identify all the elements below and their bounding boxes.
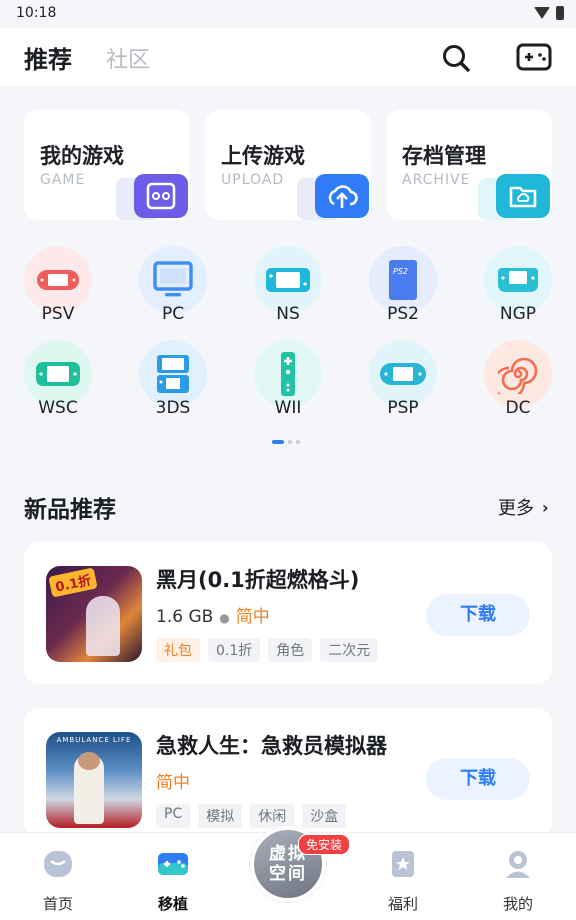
battery-icon	[556, 6, 564, 20]
game-size: 1.6 GB	[156, 607, 214, 627]
platform-label: WII	[274, 398, 302, 418]
tab-label: 我的	[502, 895, 533, 913]
download-button[interactable]: 下载	[426, 594, 530, 636]
platform-label: PSV	[41, 304, 75, 324]
tag-item[interactable]: 礼包	[156, 638, 200, 662]
platform-label: WSC	[38, 398, 78, 418]
game-meta: 1.6 GB ● 简中	[156, 602, 270, 627]
search-icon[interactable]	[440, 42, 472, 74]
archive-manage-card[interactable]: 存档管理 ARCHIVE	[386, 110, 552, 220]
more-link[interactable]: 更多	[498, 494, 534, 520]
gamepad-icon	[134, 174, 188, 218]
tab-port[interactable]: 移植	[133, 847, 213, 914]
tab-welfare[interactable]: 福利	[363, 847, 443, 914]
card-title: 存档管理	[402, 144, 486, 168]
tab-label: 福利	[387, 895, 418, 913]
platform-label: 3DS	[155, 398, 191, 418]
platform-ns[interactable]: NS	[248, 246, 328, 332]
chevron-right-icon[interactable]: ›	[542, 498, 549, 517]
platform-label: PS2	[387, 304, 419, 324]
tab-recommend[interactable]: 推荐	[24, 40, 72, 75]
tab-label: 移植	[157, 895, 188, 913]
card-title: 我的游戏	[40, 144, 124, 168]
tag-item[interactable]: 模拟	[198, 804, 243, 828]
page-dot-active	[272, 440, 284, 444]
paramedic-head	[78, 752, 100, 770]
page-indicator	[272, 440, 300, 444]
tag-list: PC 模拟 休闲 沙盒	[156, 804, 347, 828]
download-button[interactable]: 下载	[426, 758, 530, 800]
tab-home[interactable]: 首页	[18, 847, 98, 914]
page-dot	[288, 440, 292, 444]
upload-game-card[interactable]: 上传游戏 UPLOAD	[205, 110, 371, 220]
character-figure	[86, 596, 120, 656]
card-subtitle: GAME	[40, 172, 86, 188]
game-meta: 简中	[156, 768, 190, 793]
tag-list: 礼包 0.1折 角色 二次元	[156, 638, 379, 662]
folder-icon	[496, 174, 550, 218]
discount-badge: 0.1折	[48, 567, 98, 598]
platform-label: NS	[276, 304, 300, 324]
platform-label: DC	[505, 398, 531, 418]
tag-item[interactable]: 二次元	[320, 638, 379, 662]
status-time: 10:18	[16, 5, 57, 21]
game-language: 简中	[156, 773, 190, 793]
game-language: 简中	[235, 607, 270, 627]
meta-separator: ●	[219, 611, 230, 625]
tab-community[interactable]: 社区	[106, 42, 150, 74]
platform-wsc[interactable]: WSC	[18, 340, 98, 426]
platform-label: PSP	[387, 398, 419, 418]
game-card[interactable]: 0.1折 黑月(0.1折超燃格斗) 1.6 GB ● 简中 礼包 0.1折 角色 二…	[24, 542, 552, 684]
top-header: 推荐 社区	[0, 28, 576, 86]
port-gamepad-icon	[158, 853, 188, 875]
game-title: 急救人生：急救员模拟器	[156, 734, 387, 758]
thumb-title: AMBULANCE LIFE	[56, 736, 132, 744]
status-bar: 10:18	[0, 0, 576, 28]
card-subtitle: UPLOAD	[221, 172, 285, 188]
tag-item[interactable]: 休闲	[250, 804, 295, 828]
platform-3ds[interactable]: 3DS	[133, 340, 213, 426]
tag-item[interactable]: 沙盒	[302, 804, 347, 828]
cloud-upload-icon	[315, 174, 369, 218]
no-install-badge: 免安装	[298, 834, 351, 855]
platform-wii[interactable]: WII	[248, 340, 328, 426]
page-dot	[296, 440, 300, 444]
tag-item[interactable]: 角色	[268, 638, 313, 662]
profile-icon	[506, 851, 530, 878]
my-games-card[interactable]: 我的游戏 GAME	[24, 110, 190, 220]
system-icons	[534, 6, 564, 20]
platform-label: PC	[161, 304, 185, 324]
game-thumbnail: AMBULANCE LIFE	[46, 732, 142, 828]
gamepad-icon[interactable]	[516, 42, 552, 72]
platform-pc[interactable]: PC	[133, 246, 213, 332]
card-subtitle: ARCHIVE	[402, 172, 471, 188]
platform-psv[interactable]: PSV	[18, 246, 98, 332]
game-thumbnail: 0.1折	[46, 566, 142, 662]
wifi-icon	[534, 7, 550, 19]
tag-item[interactable]: 0.1折	[208, 638, 261, 662]
gift-icon	[392, 851, 414, 877]
home-icon	[44, 851, 72, 877]
platform-dc[interactable]: DC	[478, 340, 558, 426]
platform-ngp[interactable]: NGP	[478, 246, 558, 332]
card-title: 上传游戏	[221, 144, 305, 168]
section-title: 新品推荐	[24, 497, 116, 523]
game-card[interactable]: AMBULANCE LIFE 急救人生：急救员模拟器 简中 PC 模拟 休闲 沙…	[24, 708, 552, 838]
tab-mine[interactable]: 我的	[478, 847, 558, 914]
tab-label: 首页	[42, 895, 73, 913]
platform-psp[interactable]: PSP	[363, 340, 443, 426]
tag-item[interactable]: PC	[156, 804, 191, 828]
platform-ps2[interactable]: PS2 PS2	[363, 246, 443, 332]
game-title: 黑月(0.1折超燃格斗)	[156, 568, 360, 592]
svg-text:PS2: PS2	[393, 267, 408, 276]
platform-label: NGP	[499, 304, 537, 324]
